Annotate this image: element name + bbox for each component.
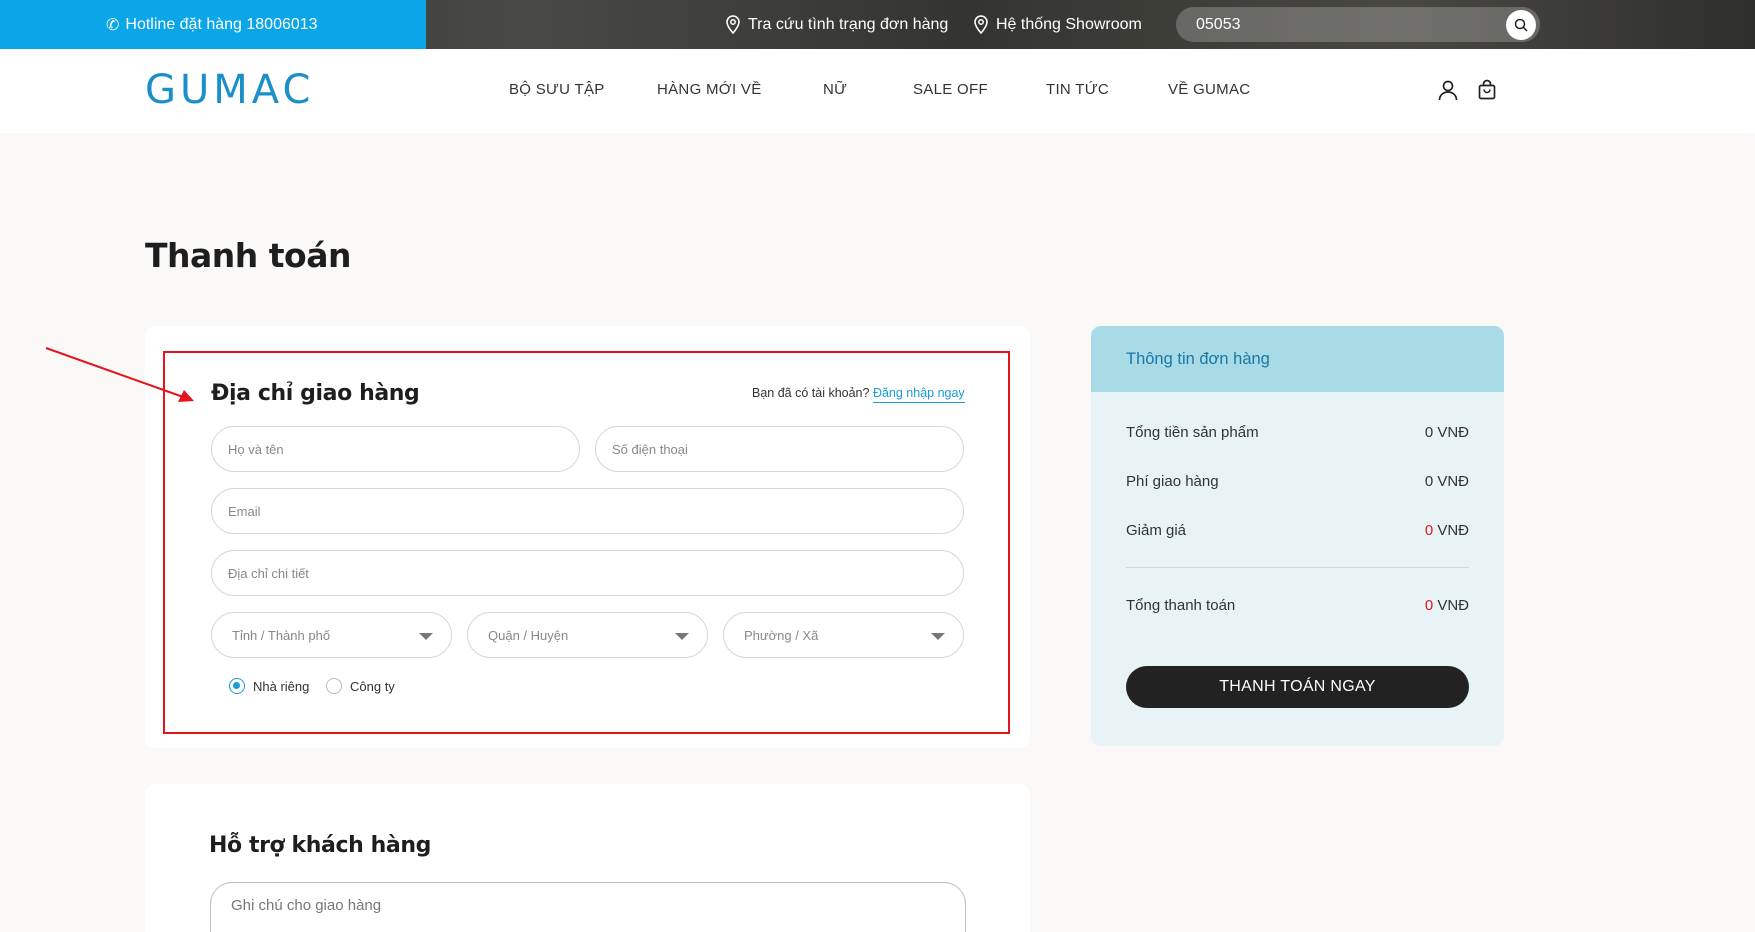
full-name-input[interactable] [212, 427, 579, 471]
page-title: Thanh toán [145, 236, 351, 275]
radio-company[interactable] [326, 678, 342, 694]
showroom-link[interactable]: Hệ thống Showroom [972, 0, 1142, 49]
delivery-note-field [210, 882, 966, 932]
discount-currency: VNĐ [1437, 522, 1469, 539]
user-icon[interactable] [1436, 78, 1460, 102]
logo[interactable]: GUMAC [145, 67, 314, 113]
track-order-link[interactable]: Tra cứu tình trạng đơn hàng [724, 0, 948, 49]
ward-select[interactable]: Phường / Xã [723, 612, 964, 658]
search-icon [1514, 18, 1528, 32]
delivery-note-input[interactable] [211, 883, 965, 932]
track-order-text: Tra cứu tình trạng đơn hàng [748, 15, 949, 33]
highlight-box [163, 351, 1010, 734]
radio-home-label: Nhà riêng [253, 678, 310, 694]
showroom-text: Hệ thống Showroom [996, 15, 1142, 33]
province-select[interactable]: Tỉnh / Thành phố [211, 612, 452, 658]
discount-amount: 0 [1424, 522, 1434, 539]
discount-label: Giảm giá [1126, 522, 1187, 539]
have-account-text: Bạn đã có tài khoản? [752, 386, 870, 400]
order-summary-card: Thông tin đơn hàng Tổng tiền sản phẩm 0 … [1091, 326, 1504, 746]
login-link[interactable]: Đăng nhập ngay [872, 386, 965, 403]
annotation-arrow [45, 347, 194, 402]
district-select-value: Quận / Huyện [488, 627, 569, 643]
chevron-down-icon [931, 633, 945, 640]
phone-icon: ✆ [106, 16, 120, 34]
subtotal-value: 0 VNĐ [1424, 424, 1469, 441]
login-prompt: Bạn đã có tài khoản? Đăng nhập ngay [752, 386, 965, 403]
shipping-fee-value: 0 VNĐ [1424, 473, 1469, 490]
address-detail-input[interactable] [212, 551, 963, 595]
total-value: 0 VNĐ [1425, 597, 1469, 614]
district-select[interactable]: Quận / Huyện [467, 612, 708, 658]
nav-women[interactable]: NỮ [823, 81, 847, 98]
total-currency: VNĐ [1437, 597, 1469, 614]
shipping-fee-label: Phí giao hàng [1126, 473, 1219, 490]
email-input[interactable] [212, 489, 963, 533]
search-box [1176, 7, 1540, 42]
nav-about[interactable]: VỀ GUMAC [1168, 81, 1250, 98]
discount-row: Giảm giá 0 VNĐ [1126, 522, 1469, 539]
nav-sale-off[interactable]: SALE OFF [913, 81, 988, 98]
subtotal-row: Tổng tiền sản phẩm 0 VNĐ [1126, 424, 1469, 441]
email-field [211, 488, 964, 534]
hotline-text: Hotline đặt hàng 18006013 [125, 15, 318, 33]
radio-company-label: Công ty [350, 678, 395, 694]
radio-home[interactable] [229, 678, 245, 694]
location-pin-icon [726, 14, 740, 34]
discount-value: 0 VNĐ [1425, 522, 1469, 539]
nav-new-arrivals[interactable]: HÀNG MỚI VỀ [657, 81, 762, 98]
phone-field [595, 426, 964, 472]
site-header: GUMAC BỘ SƯU TẬP HÀNG MỚI VỀ NỮ SALE OFF… [0, 49, 1755, 133]
full-name-field [211, 426, 580, 472]
ward-select-value: Phường / Xã [744, 627, 819, 643]
customer-support-title: Hỗ trợ khách hàng [209, 833, 431, 858]
pay-now-button[interactable]: THANH TOÁN NGAY [1126, 666, 1469, 708]
search-input[interactable] [1176, 15, 1476, 34]
order-divider [1126, 567, 1469, 568]
province-select-value: Tỉnh / Thành phố [232, 627, 331, 643]
address-type-home[interactable]: Nhà riêng [229, 678, 309, 694]
subtotal-label: Tổng tiền sản phẩm [1126, 424, 1259, 441]
address-detail-field [211, 550, 964, 596]
chevron-down-icon [419, 633, 433, 640]
nav-news[interactable]: TIN TỨC [1046, 81, 1109, 98]
shipping-fee-row: Phí giao hàng 0 VNĐ [1126, 473, 1469, 490]
address-type-company[interactable]: Công ty [326, 678, 395, 694]
order-summary-title: Thông tin đơn hàng [1091, 326, 1504, 392]
phone-input[interactable] [596, 427, 963, 471]
chevron-down-icon [675, 633, 689, 640]
hotline-bar[interactable]: ✆ Hotline đặt hàng 18006013 [0, 0, 426, 49]
total-row: Tổng thanh toán 0 VNĐ [1126, 597, 1469, 614]
total-label: Tổng thanh toán [1126, 597, 1236, 614]
top-bar: ✆ Hotline đặt hàng 18006013 Tra cứu tình… [0, 0, 1755, 49]
search-button[interactable] [1506, 10, 1536, 40]
shipping-address-title: Địa chỉ giao hàng [211, 381, 420, 406]
cart-icon[interactable] [1475, 78, 1499, 102]
map-pin-icon [974, 14, 988, 34]
total-amount: 0 [1424, 597, 1434, 614]
nav-collection[interactable]: BỘ SƯU TẬP [509, 81, 605, 98]
